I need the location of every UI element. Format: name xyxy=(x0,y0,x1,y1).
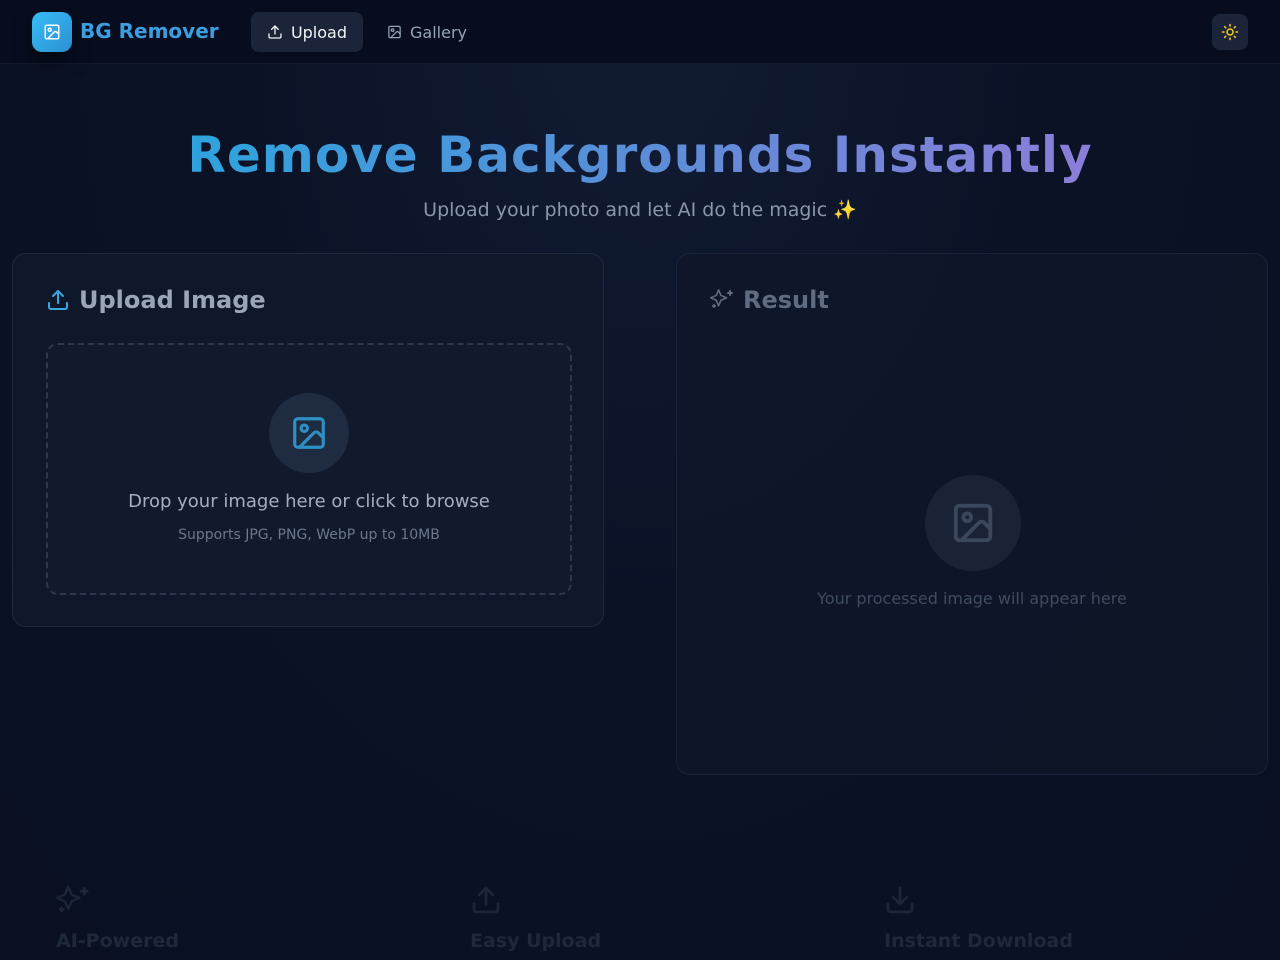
tab-gallery[interactable]: Gallery xyxy=(371,12,483,52)
sparkles-icon xyxy=(56,885,89,913)
page-subtitle: Upload your photo and let AI do the magi… xyxy=(423,199,857,221)
dropzone-subtext: Supports JPG, PNG, WebP up to 10MB xyxy=(178,527,440,543)
theme-toggle-button[interactable] xyxy=(1212,14,1248,50)
upload-card-title: Upload Image xyxy=(46,286,266,314)
sparkles-icon xyxy=(710,289,733,308)
download-icon xyxy=(886,886,914,914)
result-card-title: Result xyxy=(710,286,829,314)
tab-gallery-label: Gallery xyxy=(410,22,467,42)
tab-upload[interactable]: Upload xyxy=(251,12,363,52)
upload-icon xyxy=(268,25,282,39)
image-icon xyxy=(953,503,993,543)
result-card: Result Your processed image will appear … xyxy=(676,253,1268,775)
upload-icon xyxy=(48,290,68,310)
sun-icon xyxy=(1221,23,1239,41)
upload-card-title-text: Upload Image xyxy=(79,286,266,314)
dropzone-icon-circle xyxy=(269,393,349,473)
result-placeholder-text: Your processed image will appear here xyxy=(817,589,1127,608)
feature-label: AI-Powered xyxy=(56,930,179,952)
image-icon xyxy=(44,24,60,40)
result-card-title-text: Result xyxy=(743,286,829,314)
logo[interactable] xyxy=(32,12,72,52)
feature-label: Easy Upload xyxy=(470,930,602,952)
brand-name[interactable]: BG Remover xyxy=(80,19,219,43)
result-placeholder-circle xyxy=(925,475,1021,571)
image-icon xyxy=(293,417,325,449)
tab-upload-label: Upload xyxy=(290,22,347,42)
feature-label: Instant Download xyxy=(884,930,1073,952)
page-title: Remove Backgrounds Instantly xyxy=(187,126,1093,184)
upload-card: Upload Image Drop your image here or cli… xyxy=(12,253,604,627)
navbar: BG Remover Upload Gallery xyxy=(0,0,1280,64)
upload-dropzone[interactable]: Drop your image here or click to browse … xyxy=(46,343,572,595)
image-icon xyxy=(388,25,401,39)
dropzone-text: Drop your image here or click to browse xyxy=(128,491,490,512)
upload-icon xyxy=(472,886,500,914)
